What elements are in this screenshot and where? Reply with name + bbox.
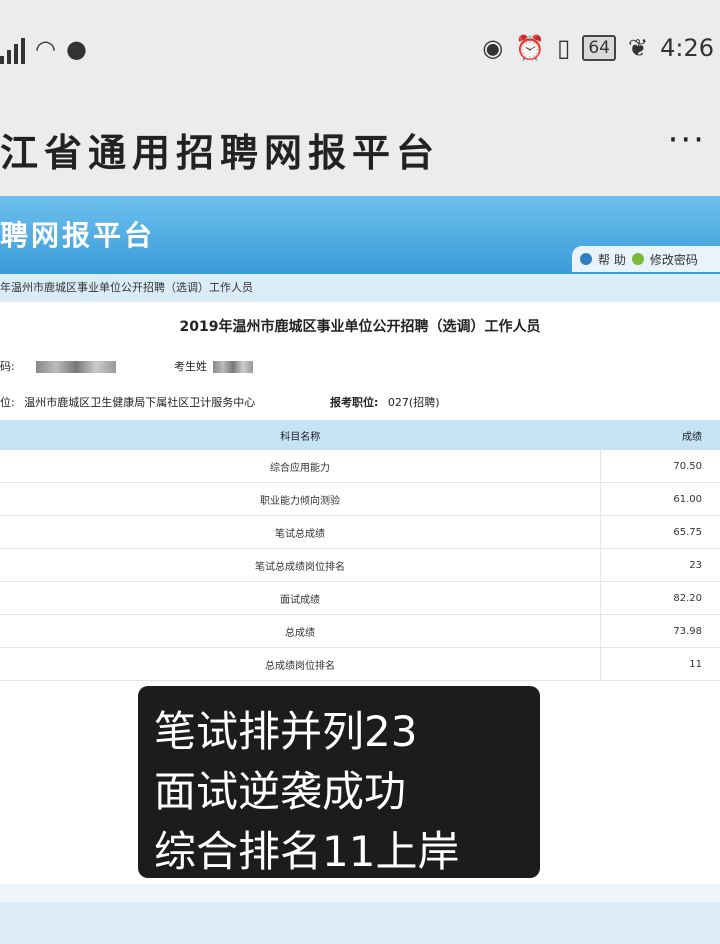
subject-column-header: 科目名称 bbox=[0, 420, 601, 450]
table-row: 职业能力倾向测验 61.00 bbox=[0, 482, 720, 516]
help-icon bbox=[580, 253, 592, 265]
redacted-name bbox=[212, 361, 253, 373]
score-table: 科目名称 成绩 综合应用能力 70.50 职业能力倾向测验 61.00 笔试总成… bbox=[0, 420, 720, 681]
score-cell: 11 bbox=[600, 647, 720, 681]
caption-line-3: 综合排名11上岸 bbox=[154, 827, 460, 876]
more-menu-icon[interactable]: ··· bbox=[668, 120, 706, 160]
score-cell: 82.20 bbox=[600, 581, 720, 615]
caption-line-2: 面试逆袭成功 bbox=[154, 767, 407, 816]
score-cell: 61.00 bbox=[600, 482, 720, 516]
overlay-caption: 笔试排并列23 面试逆袭成功 综合排名11上岸 bbox=[138, 686, 540, 878]
battery-icon: 64 bbox=[582, 35, 616, 61]
exam-title: 2019年温州市鹿城区事业单位公开招聘（选调）工作人员 bbox=[179, 319, 541, 335]
table-row: 总成绩 73.98 bbox=[0, 614, 720, 648]
breadcrumb: 年温州市鹿城区事业单位公开招聘（选调）工作人员 bbox=[0, 274, 720, 302]
score-cell: 73.98 bbox=[600, 614, 720, 648]
score-cell: 70.50 bbox=[600, 450, 720, 483]
table-row: 笔试总成绩 65.75 bbox=[0, 515, 720, 549]
table-row: 综合应用能力 70.50 bbox=[0, 450, 720, 483]
unit-label: 位: bbox=[0, 396, 15, 409]
table-row: 面试成绩 82.20 bbox=[0, 581, 720, 615]
score-column-header: 成绩 bbox=[600, 420, 720, 450]
site-title: 聘网报平台 bbox=[0, 219, 156, 252]
subject-cell: 笔试总成绩 bbox=[0, 515, 601, 549]
vibrate-icon: ▯ bbox=[557, 34, 571, 62]
candidate-name-label: 考生姓 bbox=[174, 360, 207, 373]
score-cell: 23 bbox=[600, 548, 720, 582]
score-cell: 65.75 bbox=[600, 515, 720, 549]
table-header-row: 科目名称 成绩 bbox=[0, 420, 720, 450]
candidate-name: 考生姓 bbox=[174, 358, 253, 374]
status-bar: ◠ ● ◉ ⏰ ▯ 64 ❦ 4:26 bbox=[0, 0, 720, 100]
eye-icon: ◉ bbox=[482, 34, 504, 62]
leaf-icon: ❦ bbox=[627, 34, 649, 62]
position-label: 报考职位: bbox=[330, 396, 379, 409]
unit-value: 温州市鹿城区卫生健康局下属社区卫计服务中心 bbox=[24, 396, 256, 409]
status-left: ◠ ● bbox=[0, 34, 87, 64]
subject-cell: 总成绩 bbox=[0, 614, 601, 648]
redacted-id bbox=[36, 361, 117, 373]
table-row: 笔试总成绩岗位排名 23 bbox=[0, 548, 720, 582]
table-row: 总成绩岗位排名 11 bbox=[0, 647, 720, 681]
app-title: 江省通用招聘网报平台 bbox=[0, 131, 441, 175]
candidate-id-label: 码: bbox=[0, 360, 15, 373]
subject-cell: 笔试总成绩岗位排名 bbox=[0, 548, 601, 582]
wifi-icon: ◠ bbox=[35, 35, 56, 63]
subject-cell: 面试成绩 bbox=[0, 581, 601, 615]
caption-line-1: 笔试排并列23 bbox=[154, 707, 418, 756]
position-value: 027(招聘) bbox=[387, 396, 440, 409]
bottom-footer-band bbox=[0, 902, 720, 944]
wechat-icon: ● bbox=[65, 35, 87, 63]
change-password-link[interactable]: 修改密码 bbox=[650, 251, 698, 268]
key-icon bbox=[631, 253, 644, 265]
subject-cell: 综合应用能力 bbox=[0, 450, 601, 483]
subject-cell: 总成绩岗位排名 bbox=[0, 647, 601, 681]
help-toolbar: 帮 助 修改密码 bbox=[572, 246, 720, 272]
subject-cell: 职业能力倾向测验 bbox=[0, 482, 601, 516]
unit-info: 位: 温州市鹿城区卫生健康局下属社区卫计服务中心 bbox=[0, 394, 255, 410]
clock: 4:26 bbox=[660, 34, 714, 62]
app-title-bar: 江省通用招聘网报平台 ··· bbox=[0, 100, 720, 196]
alarm-icon: ⏰ bbox=[515, 34, 546, 62]
status-right: ◉ ⏰ ▯ 64 ❦ 4:26 bbox=[482, 34, 714, 62]
candidate-id: 码: bbox=[0, 358, 117, 374]
help-link[interactable]: 帮 助 bbox=[598, 251, 626, 268]
position-info: 报考职位: 027(招聘) bbox=[330, 394, 440, 410]
signal-icon bbox=[0, 34, 25, 64]
